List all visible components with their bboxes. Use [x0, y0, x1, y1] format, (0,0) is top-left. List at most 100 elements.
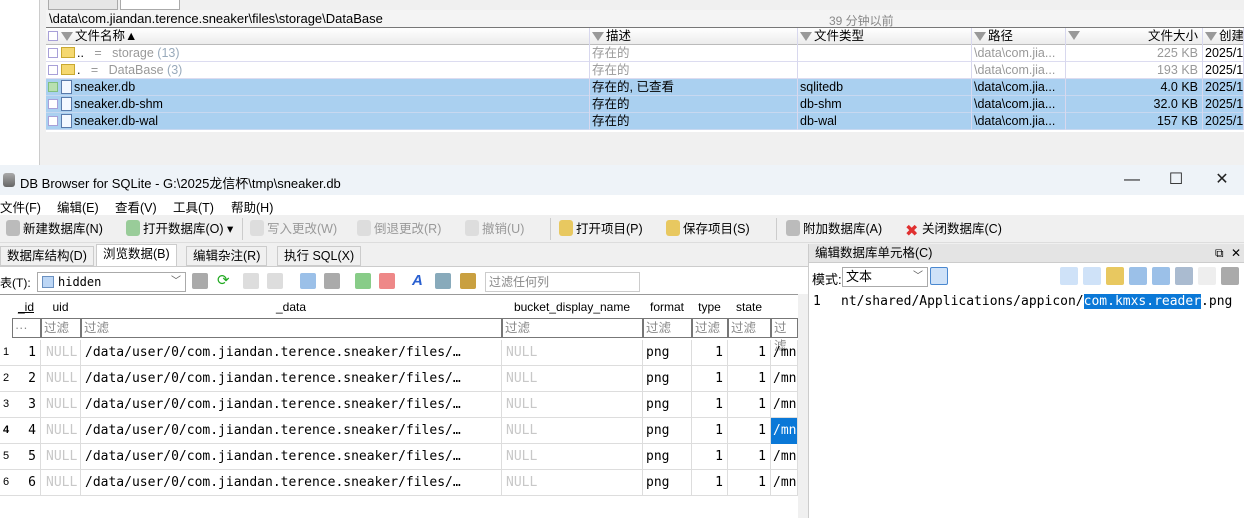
open-database-button[interactable]: 打开数据库(O) ▾ [126, 219, 233, 239]
filter-data[interactable]: 过滤 [81, 318, 502, 338]
col-name[interactable]: 文件名称▲ [46, 28, 590, 45]
cell-data[interactable]: /data/user/0/com.jiandan.terence.sneaker… [81, 366, 502, 392]
tab-edit-pragmas[interactable]: 编辑杂注(R) [186, 246, 268, 266]
import-icon[interactable] [1106, 267, 1124, 285]
tab-execute-sql[interactable]: 执行 SQL(X) [277, 246, 362, 266]
filter-next[interactable]: 过滤 [771, 318, 798, 353]
cell-bucket[interactable]: NULL [502, 340, 643, 366]
cell-bucket[interactable]: NULL [502, 418, 643, 444]
cell-state[interactable]: 1 [728, 392, 771, 418]
cell-uid[interactable]: NULL [41, 392, 81, 418]
find-icon[interactable] [435, 273, 451, 289]
word-wrap-icon[interactable] [1060, 267, 1078, 285]
font-icon[interactable]: A [412, 273, 428, 289]
col-header-bucket-display-name[interactable]: bucket_display_name [502, 296, 642, 318]
row-checkbox[interactable] [48, 82, 58, 92]
cell-type[interactable]: 1 [692, 444, 728, 470]
minimize-button[interactable]: — [1112, 169, 1152, 191]
folder-tree-pane[interactable] [0, 0, 40, 165]
cell-id[interactable]: 5 [12, 444, 41, 470]
refresh-table-icon[interactable] [192, 273, 208, 289]
indent-icon[interactable] [1083, 267, 1101, 285]
col-path[interactable]: 路径 [972, 28, 1066, 45]
print-icon[interactable] [324, 273, 340, 289]
cell-format[interactable]: png [643, 366, 692, 392]
cell-bucket[interactable]: NULL [502, 392, 643, 418]
col-header-data[interactable]: _data [81, 296, 501, 318]
maximize-button[interactable]: ☐ [1156, 169, 1196, 191]
edit-display-icon[interactable] [460, 273, 476, 289]
float-panel-icon[interactable]: ⧉ [1215, 244, 1224, 263]
col-created[interactable]: 创建 [1203, 28, 1244, 45]
col-header-format[interactable]: format [643, 296, 691, 318]
new-database-button[interactable]: 新建数据库(N) [6, 219, 103, 239]
row-checkbox[interactable] [48, 48, 58, 58]
cell-type[interactable]: 1 [692, 392, 728, 418]
table-row[interactable]: 2 2 NULL /data/user/0/com.jiandan.terenc… [0, 366, 798, 392]
cell-format[interactable]: png [643, 418, 692, 444]
table-row[interactable]: 6 6 NULL /data/user/0/com.jiandan.terenc… [0, 470, 798, 496]
table-row[interactable]: 3 3 NULL /data/user/0/com.jiandan.terenc… [0, 392, 798, 418]
delete-record-icon[interactable] [379, 273, 395, 289]
cell-next[interactable]: /mn [771, 340, 798, 366]
save-project-button[interactable]: 保存项目(S) [666, 219, 750, 239]
open-project-button[interactable]: 打开项目(P) [559, 219, 643, 239]
row-checkbox[interactable] [48, 116, 58, 126]
filter-any-column-input[interactable]: 过滤任何列 [485, 272, 640, 292]
filter-id[interactable]: ··· [12, 318, 41, 338]
cell-id[interactable]: 2 [12, 366, 41, 392]
menu-tools[interactable]: 工具(T) [173, 197, 214, 216]
explorer-tab-active[interactable] [120, 0, 180, 10]
tab-browse-data[interactable]: 浏览数据(B) [96, 244, 177, 266]
cell-state[interactable]: 1 [728, 418, 771, 444]
table-row[interactable]: 1 1 NULL /data/user/0/com.jiandan.terenc… [0, 340, 798, 366]
cell-id[interactable]: 6 [12, 470, 41, 496]
cell-format[interactable]: png [643, 340, 692, 366]
close-database-button[interactable]: ✖ 关闭数据库(C) [905, 219, 1002, 240]
clear-icon[interactable] [1198, 267, 1216, 285]
cell-id[interactable]: 3 [12, 392, 41, 418]
table-row[interactable]: 4 4 NULL /data/user/0/com.jiandan.terenc… [0, 418, 798, 444]
mode-select[interactable]: 文本 ﹀ [842, 267, 928, 287]
filter-icon[interactable] [61, 32, 73, 41]
close-button[interactable]: ✕ [1202, 169, 1242, 191]
print-icon[interactable] [1221, 267, 1239, 285]
row-checkbox[interactable] [48, 65, 58, 75]
cell-next[interactable]: /mn [771, 392, 798, 418]
cell-uid[interactable]: NULL [41, 340, 81, 366]
revert-changes-button[interactable]: 倒退更改(R) [357, 219, 441, 239]
cell-type[interactable]: 1 [692, 418, 728, 444]
cell-state[interactable]: 1 [728, 366, 771, 392]
cell-data[interactable]: /data/user/0/com.jiandan.terence.sneaker… [81, 418, 502, 444]
cell-format[interactable]: png [643, 444, 692, 470]
col-header-type[interactable]: type [692, 296, 727, 318]
cell-uid[interactable]: NULL [41, 418, 81, 444]
insert-record-icon[interactable] [355, 273, 371, 289]
filter-type[interactable]: 过滤 [692, 318, 728, 338]
cell-uid[interactable]: NULL [41, 470, 81, 496]
filter-state[interactable]: 过滤 [728, 318, 771, 338]
save-table-icon[interactable] [300, 273, 316, 289]
cell-next[interactable]: /mn [771, 366, 798, 392]
refresh-icon[interactable]: ⟳ [217, 273, 233, 289]
cell-next[interactable]: /mn [771, 470, 798, 496]
cell-type[interactable]: 1 [692, 366, 728, 392]
col-type[interactable]: 文件类型 [798, 28, 972, 45]
cell-id[interactable]: 1 [12, 340, 41, 366]
explorer-tab[interactable] [48, 0, 118, 10]
write-changes-button[interactable]: 写入更改(W) [250, 219, 337, 239]
col-header-uid[interactable]: uid [41, 296, 80, 318]
export-icon[interactable] [1129, 267, 1147, 285]
col-size[interactable]: 文件大小 [1066, 28, 1203, 45]
cell-bucket[interactable]: NULL [502, 366, 643, 392]
filter-bucket[interactable]: 过滤 [502, 318, 643, 338]
table-select[interactable]: hidden ﹀ [37, 272, 186, 292]
filter-icon[interactable] [974, 32, 986, 41]
file-row[interactable]: sneaker.db-shm 存在的 db-shm \data\com.jia.… [46, 96, 1244, 113]
menu-view[interactable]: 查看(V) [115, 197, 157, 216]
select-all-checkbox[interactable] [48, 31, 58, 41]
cell-state[interactable]: 1 [728, 444, 771, 470]
tab-database-structure[interactable]: 数据库结构(D) [0, 246, 94, 266]
cell-editor[interactable]: 1 nt/shared/Applications/appicon/com.kmxs… [813, 291, 1244, 313]
col-desc[interactable]: 描述 [590, 28, 798, 45]
